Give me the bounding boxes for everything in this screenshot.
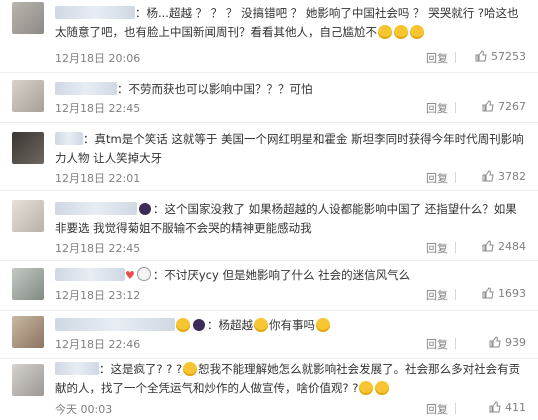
like-button[interactable]: 3782 [482, 170, 526, 183]
comment-meta: 12月18日 23:12 回复 1693 [55, 287, 526, 303]
comment-feed: ：杨...超越 ？ ？ ？ 没搞错吧 ？ 她影响了中国社会吗 ？ 哭哭就行 ?哈… [0, 0, 538, 420]
emoji-icon [254, 318, 268, 332]
timestamp: 12月18日 23:12 [55, 289, 141, 302]
username[interactable] [55, 82, 117, 95]
like-count: 411 [505, 401, 526, 414]
like-button[interactable]: 57253 [475, 50, 526, 63]
emoji-icon [359, 381, 374, 395]
avatar[interactable] [12, 80, 44, 112]
like-count: 939 [505, 336, 526, 349]
thumbs-up-icon [489, 336, 501, 348]
divider [455, 52, 456, 63]
comment-meta: 12月18日 22:46 回复 939 [55, 336, 526, 352]
panda-icon [136, 267, 151, 281]
comment-body: ：不劳而获也可以影响中国？？？可怕 [55, 80, 526, 99]
reply-button[interactable]: 回复 [426, 401, 448, 417]
comment-meta: 今天 00:03 回复 411 [55, 401, 526, 417]
like-button[interactable]: 7267 [482, 100, 526, 113]
like-button[interactable]: 2484 [482, 240, 526, 253]
reply-button[interactable]: 回复 [426, 50, 448, 66]
timestamp: 今天 00:03 [55, 403, 113, 416]
username[interactable] [55, 268, 125, 281]
comment-body: ：杨超越 你有事吗 [55, 316, 526, 335]
heart-icon: ♥ [125, 269, 135, 282]
username[interactable] [55, 362, 99, 375]
like-count: 1693 [498, 287, 526, 300]
comment-text: ：这是疯了? ? ? [99, 362, 183, 376]
comment-body: ：杨...超越 ？ ？ ？ 没搞错吧 ？ 她影响了中国社会吗 ？ 哭哭就行 ?哈… [55, 4, 526, 42]
reply-button[interactable]: 回复 [426, 336, 448, 352]
avatar[interactable] [12, 364, 44, 396]
timestamp: 12月18日 22:01 [55, 172, 141, 185]
member-badge-icon [139, 203, 151, 215]
reply-button[interactable]: 回复 [426, 287, 448, 303]
emoji-icon [183, 362, 198, 376]
emoji-icon [316, 318, 330, 332]
emoji-icon [394, 25, 408, 39]
thumbs-up-icon [475, 50, 487, 62]
comment-item: ：这是疯了? ? ? 恕我不能理解她怎么就影响社会发展了。社会那么多对社会有贡献的… [0, 358, 538, 420]
comment-item: ：不劳而获也可以影响中国？？？可怕 12月18日 22:45 回复 7267 [0, 72, 538, 123]
like-button[interactable]: 939 [489, 336, 526, 349]
emoji-icon [176, 318, 190, 332]
like-count: 2484 [498, 240, 526, 253]
comment-text: ：不讨厌ycy 但是她影响了什么 社会的迷信风气么 [152, 268, 411, 282]
comment-text: ：真tm是个笑话 这就等于 美国一个网红明星和霍金 斯坦李同时获得今年时代周刊影… [55, 132, 524, 165]
divider [455, 242, 456, 253]
username[interactable] [55, 318, 175, 331]
thumbs-up-icon [482, 240, 494, 252]
timestamp: 12月18日 22:46 [55, 338, 141, 351]
comment-meta: 12月18日 22:45 回复 7267 [55, 100, 526, 116]
like-button[interactable]: 411 [489, 401, 526, 414]
reply-button[interactable]: 回复 [426, 100, 448, 116]
thumbs-up-icon [482, 287, 494, 299]
comment-meta: 12月18日 20:06 回复 57253 [55, 50, 526, 66]
comment-body: ：这个国家没救了 如果杨超越的人设都能影响中国了 还指望什么？如果非要选 我觉得… [55, 200, 526, 238]
reply-button[interactable]: 回复 [426, 170, 448, 186]
avatar[interactable] [12, 200, 44, 232]
emoji-icon [375, 381, 390, 395]
divider [455, 289, 456, 300]
emoji-icon [410, 25, 424, 39]
comment-item: ：杨...超越 ？ ？ ？ 没搞错吧 ？ 她影响了中国社会吗 ？ 哭哭就行 ?哈… [0, 0, 538, 73]
comment-body: ♥ ：不讨厌ycy 但是她影响了什么 社会的迷信风气么 [55, 266, 526, 285]
comment-meta: 12月18日 22:45 回复 2484 [55, 240, 526, 256]
comment-item: ：杨超越 你有事吗 12月18日 22:46 回复 939 [0, 310, 538, 359]
avatar[interactable] [12, 316, 44, 348]
emoji-icon [378, 25, 392, 39]
like-button[interactable]: 1693 [482, 287, 526, 300]
timestamp: 12月18日 22:45 [55, 242, 141, 255]
reply-button[interactable]: 回复 [426, 240, 448, 256]
comment-body: ：真tm是个笑话 这就等于 美国一个网红明星和霍金 斯坦李同时获得今年时代周刊影… [55, 130, 526, 168]
comment-item: ：真tm是个笑话 这就等于 美国一个网红明星和霍金 斯坦李同时获得今年时代周刊影… [0, 122, 538, 191]
thumbs-up-icon [482, 170, 494, 182]
member-badge-icon [193, 319, 205, 331]
like-count: 57253 [491, 50, 526, 63]
divider [455, 102, 456, 113]
avatar[interactable] [12, 268, 44, 300]
comment-item: ：这个国家没救了 如果杨超越的人设都能影响中国了 还指望什么？如果非要选 我觉得… [0, 190, 538, 261]
comment-body: ：这是疯了? ? ? 恕我不能理解她怎么就影响社会发展了。社会那么多对社会有贡献的… [55, 360, 526, 398]
divider [455, 403, 456, 414]
comment-item: ♥ ：不讨厌ycy 但是她影响了什么 社会的迷信风气么 12月18日 23:12 … [0, 260, 538, 311]
comment-text: ：不劳而获也可以影响中国？？？可怕 [117, 82, 313, 96]
thumbs-up-icon [482, 100, 494, 112]
username[interactable] [55, 6, 135, 19]
avatar[interactable] [12, 2, 44, 34]
divider [455, 338, 456, 349]
like-count: 7267 [498, 100, 526, 113]
like-count: 3782 [498, 170, 526, 183]
comment-text-continued: 你有事吗 [269, 318, 315, 332]
username[interactable] [55, 202, 137, 215]
avatar[interactable] [12, 132, 44, 164]
timestamp: 12月18日 22:45 [55, 102, 141, 115]
username[interactable] [55, 132, 83, 145]
timestamp: 12月18日 20:06 [55, 52, 141, 65]
comment-meta: 12月18日 22:01 回复 3782 [55, 170, 526, 186]
divider [455, 172, 456, 183]
comment-text: ：杨超越 [207, 318, 253, 332]
thumbs-up-icon [489, 401, 501, 413]
